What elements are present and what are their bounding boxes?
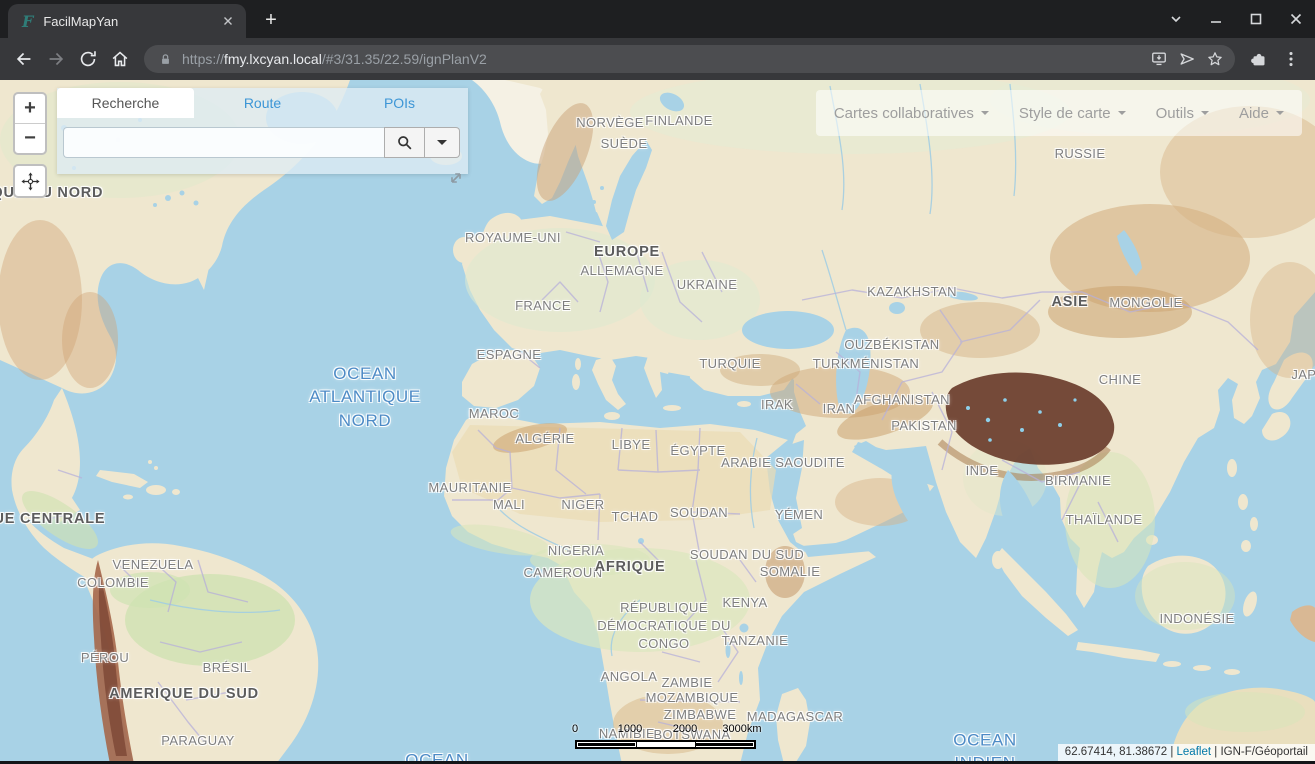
home-icon[interactable] xyxy=(104,43,136,75)
kebab-menu-icon[interactable] xyxy=(1275,43,1307,75)
tab-title: FacilMapYan xyxy=(43,14,218,29)
browser-tab[interactable]: F FacilMapYan xyxy=(8,4,246,38)
tab-route[interactable]: Route xyxy=(194,88,331,118)
zoom-control: + − xyxy=(13,92,47,155)
locate-button[interactable] xyxy=(13,164,47,198)
caret-down-icon xyxy=(981,111,989,115)
map-menubar: Cartes collaboratives Style de carte Outil… xyxy=(816,90,1302,136)
caret-down-icon xyxy=(1276,111,1284,115)
reload-icon[interactable] xyxy=(72,43,104,75)
leaflet-link[interactable]: Leaflet xyxy=(1177,746,1212,758)
menu-style-de-carte[interactable]: Style de carte xyxy=(1019,105,1126,122)
caret-down-icon xyxy=(437,140,447,145)
tab-pois[interactable]: POIs xyxy=(331,88,468,118)
browser-toolbar: https://fmy.lxcyan.local/#3/31.35/22.59/… xyxy=(0,38,1315,80)
tab-search-chevron-icon[interactable] xyxy=(1163,6,1189,32)
back-icon[interactable] xyxy=(8,43,40,75)
search-input[interactable] xyxy=(63,127,384,158)
close-window-icon[interactable] xyxy=(1283,6,1309,32)
zoom-out-button[interactable]: − xyxy=(15,124,45,153)
bookmark-star-icon[interactable] xyxy=(1201,45,1229,73)
search-button[interactable] xyxy=(384,127,425,158)
map-tiles xyxy=(0,80,1315,764)
crosshair-icon xyxy=(21,172,40,191)
panel-resize-handle[interactable] xyxy=(448,170,466,188)
scale-tick: 3000km xyxy=(722,723,761,735)
scale-tick: 0 xyxy=(572,723,578,735)
url-text: https://fmy.lxcyan.local/#3/31.35/22.59/… xyxy=(182,51,1145,67)
send-icon[interactable] xyxy=(1173,45,1201,73)
map-canvas[interactable]: OCEAN ATLANTIQUE NORDOCEAN INDIENOCEANNO… xyxy=(0,80,1315,764)
menu-cartes-collaboratives[interactable]: Cartes collaboratives xyxy=(834,105,989,122)
zoom-in-button[interactable]: + xyxy=(15,94,45,124)
lock-icon xyxy=(156,50,174,68)
search-row xyxy=(63,127,460,158)
caret-down-icon xyxy=(1118,111,1126,115)
address-bar[interactable]: https://fmy.lxcyan.local/#3/31.35/22.59/… xyxy=(144,45,1235,73)
scale-tick: 1000 xyxy=(618,723,642,735)
browser-window: F FacilMapYan + xyxy=(0,0,1315,764)
resize-diagonal-icon xyxy=(448,170,464,186)
attribution: 62.67414, 81.38672 | Leaflet | IGN-F/Géo… xyxy=(1058,744,1315,761)
caret-down-icon xyxy=(1201,111,1209,115)
cursor-coordinates: 62.67414, 81.38672 xyxy=(1065,746,1167,758)
search-options-button[interactable] xyxy=(425,127,460,158)
tab-recherche[interactable]: Recherche xyxy=(57,88,194,118)
window-controls xyxy=(1163,0,1309,38)
minimize-icon[interactable] xyxy=(1203,6,1229,32)
forward-icon[interactable] xyxy=(40,43,72,75)
search-panel: RechercheRoutePOIs xyxy=(57,88,468,174)
install-app-icon[interactable] xyxy=(1145,45,1173,73)
close-tab-icon[interactable] xyxy=(218,11,238,31)
menu-aide[interactable]: Aide xyxy=(1239,105,1284,122)
extensions-puzzle-icon[interactable] xyxy=(1243,43,1275,75)
tab-strip: F FacilMapYan + xyxy=(0,0,1315,38)
new-tab-button[interactable]: + xyxy=(258,8,284,34)
maximize-icon[interactable] xyxy=(1243,6,1269,32)
panel-tabs: RechercheRoutePOIs xyxy=(57,88,468,118)
scale-bar-graphic xyxy=(575,740,756,749)
tiles-credit: IGN-F/Géoportail xyxy=(1220,746,1308,758)
scale-tick: 2000 xyxy=(673,723,697,735)
search-icon xyxy=(396,134,413,151)
menu-outils[interactable]: Outils xyxy=(1156,105,1209,122)
site-favicon: F xyxy=(22,12,33,31)
